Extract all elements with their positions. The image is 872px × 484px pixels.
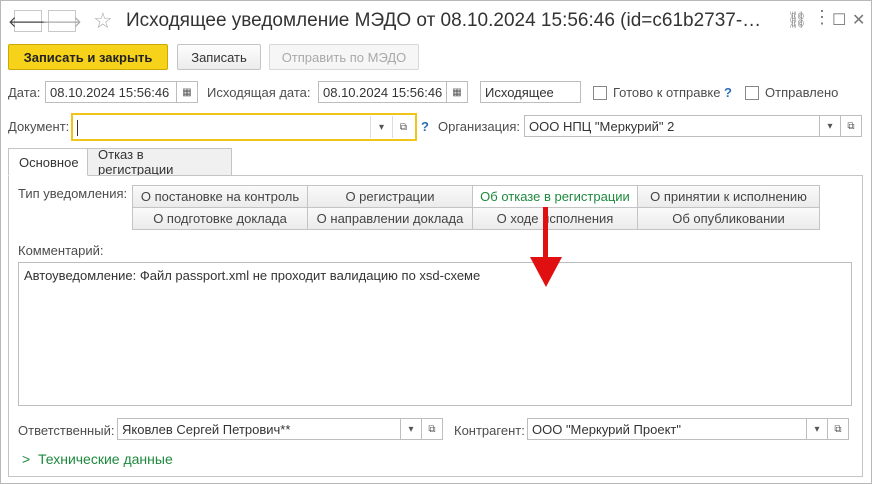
- responsible-label: Ответственный:: [18, 423, 115, 438]
- back-button[interactable]: 🡐: [8, 10, 48, 32]
- responsible-open-button[interactable]: ⧉: [421, 418, 443, 440]
- counterparty-label: Контрагент:: [454, 423, 525, 438]
- document-dropdown[interactable]: ▾: [370, 116, 392, 138]
- chevron-down-icon: ▾: [827, 120, 833, 132]
- document-field[interactable]: [71, 113, 417, 141]
- option-accepted-execution[interactable]: О принятии к исполнению: [637, 185, 820, 208]
- text-cursor: [77, 119, 78, 136]
- tab-refusal[interactable]: Отказ в регистрации: [87, 147, 232, 177]
- responsible-field[interactable]: Яковлев Сергей Петрович**: [117, 418, 405, 440]
- open-icon: ⧉: [834, 423, 842, 435]
- open-icon: ⧉: [847, 120, 855, 132]
- chevron-down-icon: ▾: [814, 423, 820, 435]
- org-label: Организация:: [438, 119, 521, 134]
- comment-label: Комментарий:: [18, 243, 104, 258]
- counterparty-open-button[interactable]: ⧉: [827, 418, 849, 440]
- counterparty-dropdown[interactable]: ▾: [806, 418, 828, 440]
- tab-main[interactable]: Основное: [8, 148, 88, 176]
- date-field[interactable]: 08.10.2024 15:56:46: [45, 81, 178, 103]
- option-report-sent[interactable]: О направлении доклада: [307, 207, 473, 230]
- ready-checkbox[interactable]: [593, 86, 607, 100]
- star-icon[interactable]: ☆: [93, 8, 113, 34]
- link-icon[interactable]: ⛓: [787, 10, 807, 30]
- annotation-arrow-head: [530, 257, 562, 287]
- arrow-right-icon: 🡒: [41, 13, 83, 31]
- more-icon[interactable]: ⋮: [813, 7, 831, 28]
- comment-textarea[interactable]: Автоуведомление: Файл passport.xml не пр…: [18, 262, 852, 406]
- out-date-label: Исходящая дата:: [207, 85, 311, 100]
- option-registration[interactable]: О регистрации: [307, 185, 473, 208]
- close-icon[interactable]: ✕: [852, 10, 865, 30]
- out-date-field[interactable]: 08.10.2024 15:56:46: [318, 81, 448, 103]
- tech-data-link[interactable]: > Технические данные: [22, 451, 173, 467]
- document-help[interactable]: ?: [421, 119, 429, 134]
- chevron-down-icon: ▾: [378, 121, 385, 133]
- org-dropdown[interactable]: ▾: [819, 115, 841, 137]
- option-control[interactable]: О постановке на контроль: [132, 185, 308, 208]
- chevron-down-icon: ▾: [408, 423, 414, 435]
- ready-label: Готово к отправке: [613, 85, 721, 100]
- annotation-arrow-shaft: [543, 207, 548, 259]
- org-field[interactable]: ООО НПЦ "Меркурий" 2: [524, 115, 842, 137]
- responsible-dropdown[interactable]: ▾: [400, 418, 422, 440]
- option-report-preparation[interactable]: О подготовке доклада: [132, 207, 308, 230]
- ready-help[interactable]: ?: [724, 85, 732, 100]
- calendar-icon: ▦: [182, 86, 192, 98]
- open-icon: ⧉: [399, 121, 408, 133]
- chevron-right-icon: >: [22, 451, 31, 467]
- open-icon: ⧉: [428, 423, 436, 435]
- sent-checkbox[interactable]: [745, 86, 759, 100]
- org-open-button[interactable]: ⧉: [840, 115, 862, 137]
- sent-label: Отправлено: [765, 85, 839, 100]
- calendar-button[interactable]: ▦: [176, 81, 198, 103]
- out-calendar-button[interactable]: ▦: [446, 81, 468, 103]
- window-title: Исходящее уведомление МЭДО от 08.10.2024…: [126, 10, 762, 31]
- maximize-icon[interactable]: ☐: [832, 10, 846, 30]
- option-refusal-registration[interactable]: Об отказе в регистрации: [472, 185, 638, 208]
- document-open-button[interactable]: ⧉: [392, 116, 414, 138]
- tech-data-label: Технические данные: [37, 451, 173, 467]
- document-label: Документ:: [8, 119, 70, 134]
- option-published[interactable]: Об опубликовании: [637, 207, 820, 230]
- annotation-arrow: [530, 207, 562, 287]
- counterparty-field[interactable]: ООО "Меркурий Проект": [527, 418, 809, 440]
- save-close-button[interactable]: Записать и закрыть: [8, 44, 168, 70]
- date-label: Дата:: [8, 85, 41, 100]
- send-medo-button[interactable]: Отправить по МЭДО: [269, 44, 419, 70]
- forward-button[interactable]: 🡒: [42, 10, 82, 32]
- calendar-icon: ▦: [452, 86, 462, 98]
- direction-field[interactable]: Исходящее: [480, 81, 581, 103]
- notification-type-label: Тип уведомления:: [18, 186, 128, 201]
- save-button[interactable]: Записать: [177, 44, 261, 70]
